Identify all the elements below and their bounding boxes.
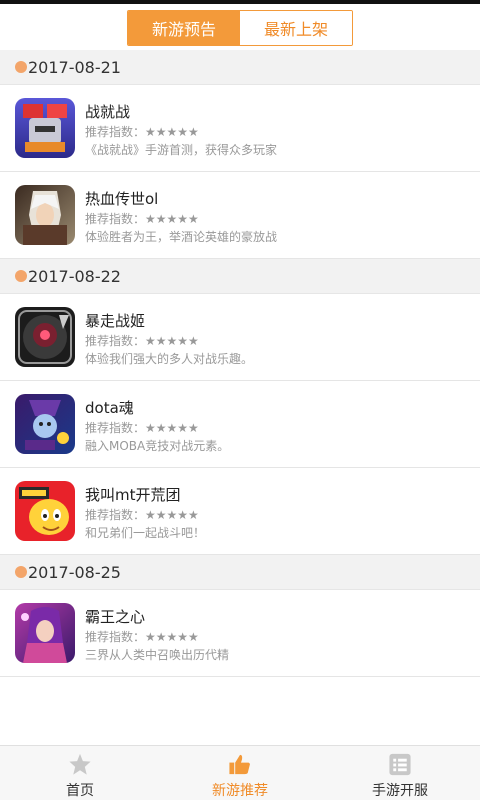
warrior-game-icon <box>15 185 75 245</box>
tab-new-game-preview[interactable]: 新游预告 <box>128 11 240 45</box>
tab-newly-released[interactable]: 最新上架 <box>240 11 352 45</box>
game-rating: 推荐指数：★★★★★ <box>85 421 199 435</box>
game-name: 霸王之心 <box>85 608 146 626</box>
list-item[interactable]: 我叫mt开荒团 推荐指数：★★★★★ 和兄弟们一起战斗吧！ <box>0 468 480 555</box>
game-rating: 推荐指数：★★★★★ <box>85 630 199 644</box>
nav-new-game-recommend[interactable]: 新游推荐 <box>160 746 320 800</box>
game-description: 和兄弟们一起战斗吧！ <box>85 526 206 540</box>
nav-server-open[interactable]: 手游开服 <box>320 746 480 800</box>
date-header: 2017-08-21 <box>0 50 480 85</box>
date-dot-icon <box>15 270 27 282</box>
game-description: 融入MOBA竞技对战元素。 <box>85 439 230 453</box>
game-name: 热血传世ol <box>85 190 159 208</box>
nav-server-open-label: 手游开服 <box>372 783 428 799</box>
game-name: 我叫mt开荒团 <box>85 486 181 504</box>
list-item[interactable]: 霸王之心 推荐指数：★★★★★ 三界从人类中召唤出历代精 <box>0 590 480 677</box>
bottom-nav: 首页 新游推荐 手游开服 <box>0 745 480 800</box>
game-list[interactable]: 2017-08-21 战就战 推荐指数：★★★★★ 《战就战》手游首测，获得众多… <box>0 50 480 745</box>
list-item[interactable]: 战就战 推荐指数：★★★★★ 《战就战》手游首测，获得众多玩家 <box>0 85 480 172</box>
game-rating: 推荐指数：★★★★★ <box>85 125 199 139</box>
thumbs-up-icon <box>229 754 250 775</box>
date-label: 2017-08-22 <box>28 266 121 286</box>
game-rating: 推荐指数：★★★★★ <box>85 212 199 226</box>
tab-switcher: 新游预告 最新上架 <box>127 10 353 46</box>
mage-game-icon <box>15 394 75 454</box>
date-dot-icon <box>15 566 27 578</box>
nav-new-game-recommend-label: 新游推荐 <box>212 783 268 799</box>
game-description: 体验胜者为王，举酒论英雄的豪放战 <box>85 230 278 244</box>
game-description: 《战就战》手游首测，获得众多玩家 <box>85 143 278 157</box>
dark-mech-game-icon <box>15 307 75 367</box>
heroine-game-icon <box>15 603 75 663</box>
list-icon <box>389 753 411 776</box>
game-description: 三界从人类中召唤出历代精 <box>85 648 230 662</box>
star-icon <box>69 753 91 775</box>
list-item[interactable]: 热血传世ol 推荐指数：★★★★★ 体验胜者为王，举酒论英雄的豪放战 <box>0 172 480 259</box>
list-item[interactable]: dota魂 推荐指数：★★★★★ 融入MOBA竞技对战元素。 <box>0 381 480 468</box>
cartoon-game-icon <box>15 481 75 541</box>
date-label: 2017-08-21 <box>28 57 121 77</box>
game-description: 体验我们强大的多人对战乐趣。 <box>85 352 254 366</box>
game-name: 战就战 <box>85 103 131 121</box>
nav-home-label: 首页 <box>66 783 94 799</box>
knight-game-icon <box>15 98 75 158</box>
date-dot-icon <box>15 61 27 73</box>
nav-home[interactable]: 首页 <box>0 746 160 800</box>
game-name: dota魂 <box>85 399 134 417</box>
game-name: 暴走战姬 <box>85 312 146 330</box>
date-header: 2017-08-25 <box>0 555 480 590</box>
game-rating: 推荐指数：★★★★★ <box>85 334 199 348</box>
list-item[interactable]: 暴走战姬 推荐指数：★★★★★ 体验我们强大的多人对战乐趣。 <box>0 294 480 381</box>
top-bar: 新游预告 最新上架 <box>0 4 480 50</box>
date-header: 2017-08-22 <box>0 259 480 294</box>
date-label: 2017-08-25 <box>28 562 121 582</box>
game-rating: 推荐指数：★★★★★ <box>85 508 199 522</box>
